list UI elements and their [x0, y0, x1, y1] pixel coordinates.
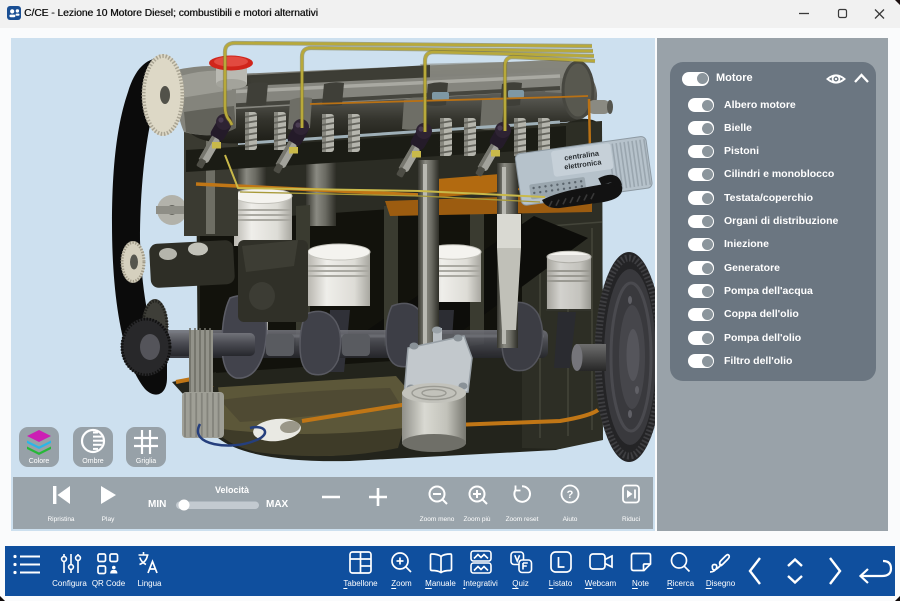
svg-text:?: ? — [567, 489, 574, 501]
